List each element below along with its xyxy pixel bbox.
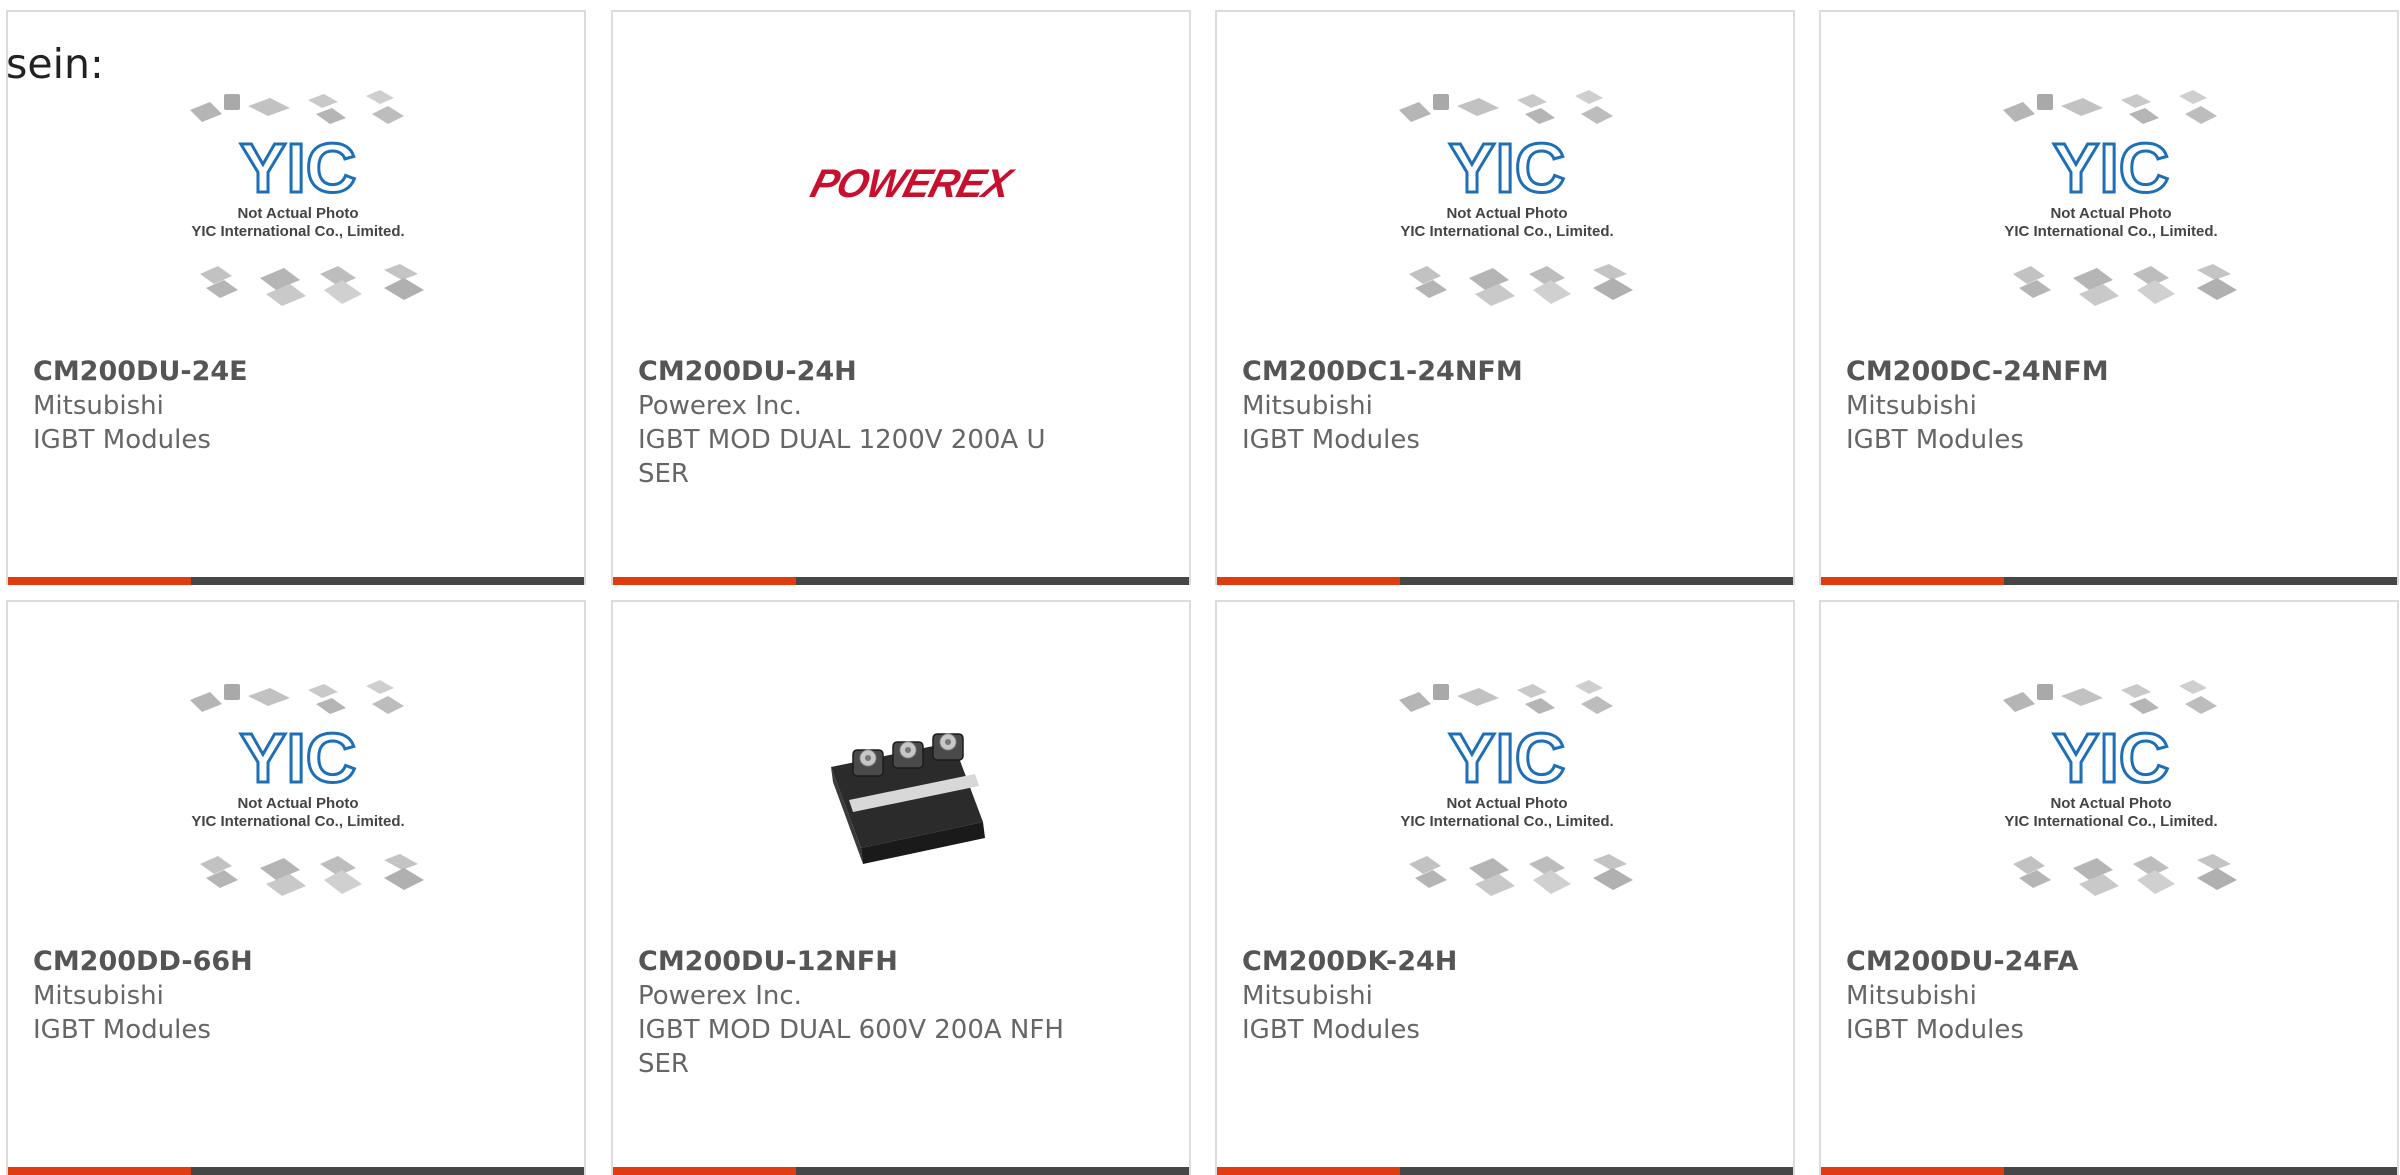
manufacturer: Mitsubishi xyxy=(1846,981,1977,1011)
product-card[interactable]: YIC Not Actual Photo YIC International C… xyxy=(6,600,586,1175)
product-card[interactable]: POWEREX CM200DU-24H Powerex Inc. IGBT MO… xyxy=(611,10,1191,585)
manufacturer: Mitsubishi xyxy=(1242,391,1373,421)
product-image-yic-placeholder[interactable]: YIC Not Actual Photo YIC International C… xyxy=(1846,672,2376,952)
yic-logo: YIC xyxy=(2053,129,2170,207)
product-image-igbt-module-photo[interactable] xyxy=(638,672,1168,952)
product-grid: YIC Not Actual Photo YIC International C… xyxy=(0,0,2400,1175)
yic-placeholder-image: YIC Not Actual Photo YIC International C… xyxy=(2003,90,2237,306)
card-accent-bar xyxy=(8,1167,191,1175)
product-image-yic-placeholder[interactable]: YIC Not Actual Photo YIC International C… xyxy=(33,672,563,952)
product-card[interactable]: YIC Not Actual Photo YIC International C… xyxy=(1215,600,1795,1175)
part-number[interactable]: CM200DD-66H xyxy=(33,945,253,979)
yic-placeholder-image: YIC Not Actual Photo YIC International C… xyxy=(2003,680,2237,896)
description: IGBT MOD DUAL 600V 200A NFH SER xyxy=(638,1015,1064,1079)
product-image-yic-placeholder[interactable]: YIC Not Actual Photo YIC International C… xyxy=(1242,82,1772,362)
card-accent-bar xyxy=(8,577,191,585)
product-image-powerex-logo[interactable]: POWEREX xyxy=(638,82,1168,362)
card-bottom-bar xyxy=(1217,1167,1793,1175)
yic-placeholder-image: YIC Not Actual Photo YIC International C… xyxy=(1399,680,1633,896)
product-card[interactable]: YIC Not Actual Photo YIC International C… xyxy=(1215,10,1795,585)
chip-icons-bottom xyxy=(200,854,424,896)
yic-logo: YIC xyxy=(1449,129,1566,207)
yic-placeholder-image: YIC Not Actual Photo YIC International C… xyxy=(190,90,424,306)
yic-logo: YIC xyxy=(240,129,357,207)
manufacturer: Mitsubishi xyxy=(33,391,164,421)
card-accent-bar xyxy=(613,577,796,585)
chip-icons-top xyxy=(190,90,404,124)
part-number[interactable]: CM200DK-24H xyxy=(1242,945,1457,979)
chip-icons-bottom xyxy=(2013,854,2237,896)
description: IGBT Modules xyxy=(1846,1015,2024,1045)
yic-logo: YIC xyxy=(2053,719,2170,797)
description: IGBT Modules xyxy=(1846,425,2024,455)
not-actual-photo-label: Not Actual Photo xyxy=(1446,205,1567,222)
chip-icons-bottom xyxy=(1409,854,1633,896)
card-accent-bar xyxy=(1821,577,2004,585)
description: IGBT MOD DUAL 1200V 200A U SER xyxy=(638,425,1046,489)
card-bottom-bar xyxy=(1821,1167,2397,1175)
yic-company-label: YIC International Co., Limited. xyxy=(191,223,404,240)
manufacturer: Mitsubishi xyxy=(1242,981,1373,1011)
not-actual-photo-label: Not Actual Photo xyxy=(237,205,358,222)
product-image-yic-placeholder[interactable]: YIC Not Actual Photo YIC International C… xyxy=(1846,82,2376,362)
card-accent-bar xyxy=(1217,1167,1400,1175)
igbt-module-photo xyxy=(831,733,985,864)
yic-company-label: YIC International Co., Limited. xyxy=(191,813,404,830)
chip-icons-bottom xyxy=(2013,264,2237,306)
part-number[interactable]: CM200DU-24FA xyxy=(1846,945,2078,979)
chip-icons-bottom xyxy=(200,264,424,306)
yic-placeholder-image: YIC Not Actual Photo YIC International C… xyxy=(1399,90,1633,306)
description: IGBT Modules xyxy=(33,1015,211,1045)
yic-company-label: YIC International Co., Limited. xyxy=(1400,813,1613,830)
description: IGBT Modules xyxy=(1242,1015,1420,1045)
description: IGBT Modules xyxy=(33,425,211,455)
product-card[interactable]: YIC Not Actual Photo YIC International C… xyxy=(1819,10,2399,585)
product-image-yic-placeholder[interactable]: YIC Not Actual Photo YIC International C… xyxy=(33,82,563,362)
part-number[interactable]: CM200DU-24H xyxy=(638,355,857,389)
card-bottom-bar xyxy=(8,577,584,585)
product-card[interactable]: YIC Not Actual Photo YIC International C… xyxy=(6,10,586,585)
description: IGBT Modules xyxy=(1242,425,1420,455)
yic-company-label: YIC International Co., Limited. xyxy=(2004,223,2217,240)
chip-icons-top xyxy=(2003,90,2217,124)
manufacturer: Powerex Inc. xyxy=(638,981,802,1011)
chip-icons-top xyxy=(1399,680,1613,714)
manufacturer: Powerex Inc. xyxy=(638,391,802,421)
part-number[interactable]: CM200DU-24E xyxy=(33,355,248,389)
chip-icons-bottom xyxy=(1409,264,1633,306)
part-number[interactable]: CM200DC1-24NFM xyxy=(1242,355,1523,389)
not-actual-photo-label: Not Actual Photo xyxy=(2050,795,2171,812)
manufacturer: Mitsubishi xyxy=(1846,391,1977,421)
yic-logo: YIC xyxy=(1449,719,1566,797)
part-number[interactable]: CM200DC-24NFM xyxy=(1846,355,2109,389)
not-actual-photo-label: Not Actual Photo xyxy=(237,795,358,812)
product-card[interactable]: YIC Not Actual Photo YIC International C… xyxy=(1819,600,2399,1175)
chip-icons-top xyxy=(190,680,404,714)
card-accent-bar xyxy=(1217,577,1400,585)
part-number[interactable]: CM200DU-12NFH xyxy=(638,945,898,979)
product-card[interactable]: CM200DU-12NFH Powerex Inc. IGBT MOD DUAL… xyxy=(611,600,1191,1175)
powerex-logo-image: POWEREX xyxy=(806,161,1019,206)
not-actual-photo-label: Not Actual Photo xyxy=(2050,205,2171,222)
card-accent-bar xyxy=(1821,1167,2004,1175)
yic-logo: YIC xyxy=(240,719,357,797)
card-bottom-bar xyxy=(613,577,1189,585)
yic-placeholder-image: YIC Not Actual Photo YIC International C… xyxy=(190,680,424,896)
manufacturer: Mitsubishi xyxy=(33,981,164,1011)
card-bottom-bar xyxy=(8,1167,584,1175)
card-bottom-bar xyxy=(1821,577,2397,585)
not-actual-photo-label: Not Actual Photo xyxy=(1446,795,1567,812)
chip-icons-top xyxy=(2003,680,2217,714)
card-bottom-bar xyxy=(1217,577,1793,585)
product-image-yic-placeholder[interactable]: YIC Not Actual Photo YIC International C… xyxy=(1242,672,1772,952)
chip-icons-top xyxy=(1399,90,1613,124)
card-accent-bar xyxy=(613,1167,796,1175)
powerex-logo: POWEREX xyxy=(806,161,1019,206)
page-heading: sein: xyxy=(6,40,104,88)
yic-company-label: YIC International Co., Limited. xyxy=(2004,813,2217,830)
yic-company-label: YIC International Co., Limited. xyxy=(1400,223,1613,240)
card-bottom-bar xyxy=(613,1167,1189,1175)
